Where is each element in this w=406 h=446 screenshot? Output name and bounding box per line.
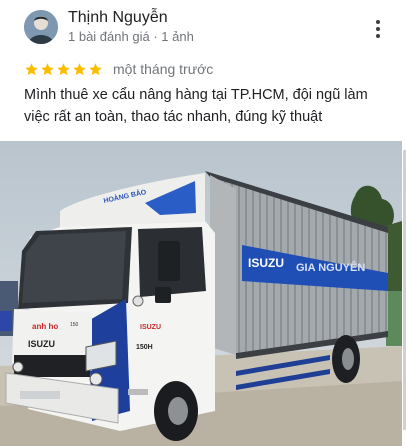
windshield-glass (22, 231, 126, 303)
star-icon (89, 62, 102, 75)
side-mirror (158, 241, 180, 281)
headlight-left (12, 361, 24, 373)
truck-photo: ISUZU GIA NGUYÊN HOÀNG BẢO anh ho 150 IS… (0, 141, 402, 446)
door-brand: ISUZU (140, 324, 161, 331)
review-photo[interactable]: ISUZU GIA NGUYÊN HOÀNG BẢO anh ho 150 IS… (0, 141, 402, 446)
author-name[interactable]: Thịnh Nguyễn (68, 8, 168, 28)
model-badge: 150 (70, 322, 79, 328)
fence (386, 291, 402, 346)
avatar-image (24, 10, 58, 44)
box-brand: ISUZU (248, 256, 284, 270)
rear-hub (342, 348, 354, 370)
avatar[interactable] (24, 10, 58, 44)
review-header: Thịnh Nguyễn 1 bài đánh giá · 1 ảnh (24, 8, 382, 48)
cab-brand: ISUZU (28, 339, 55, 349)
reviews-count: 1 bài đánh giá (68, 29, 150, 44)
more-vert-icon (376, 20, 380, 24)
review-text: Mình thuê xe cẩu nâng hàng tại TP.HCM, đ… (24, 87, 368, 125)
more-options-button[interactable] (366, 18, 390, 40)
background-container (0, 311, 12, 331)
door-number: 150H (136, 344, 153, 351)
front-hub (168, 397, 188, 425)
rating-row: một tháng trước (24, 60, 213, 78)
cab-logo: anh ho (32, 322, 58, 331)
box-tail-text: GIA NGUYÊN (296, 261, 365, 274)
fog-light (89, 372, 103, 386)
star-icon (57, 62, 70, 75)
star-rating (24, 62, 103, 77)
author-meta: 1 bài đánh giá · 1 ảnh (68, 28, 194, 46)
star-icon (41, 62, 54, 75)
grille (14, 355, 90, 377)
more-vert-icon (376, 27, 380, 31)
more-vert-icon (376, 34, 380, 38)
review-card: Thịnh Nguyễn 1 bài đánh giá · 1 ảnh một … (0, 0, 406, 446)
side-mirror-lower (155, 287, 171, 303)
star-icon (73, 62, 86, 75)
photos-count: 1 ảnh (161, 29, 194, 44)
door-handle (132, 295, 144, 307)
star-icon (25, 62, 38, 75)
license-plate-area (20, 391, 60, 399)
meta-separator: · (153, 29, 158, 44)
cab-step (128, 389, 148, 395)
review-date: một tháng trước (113, 61, 214, 77)
